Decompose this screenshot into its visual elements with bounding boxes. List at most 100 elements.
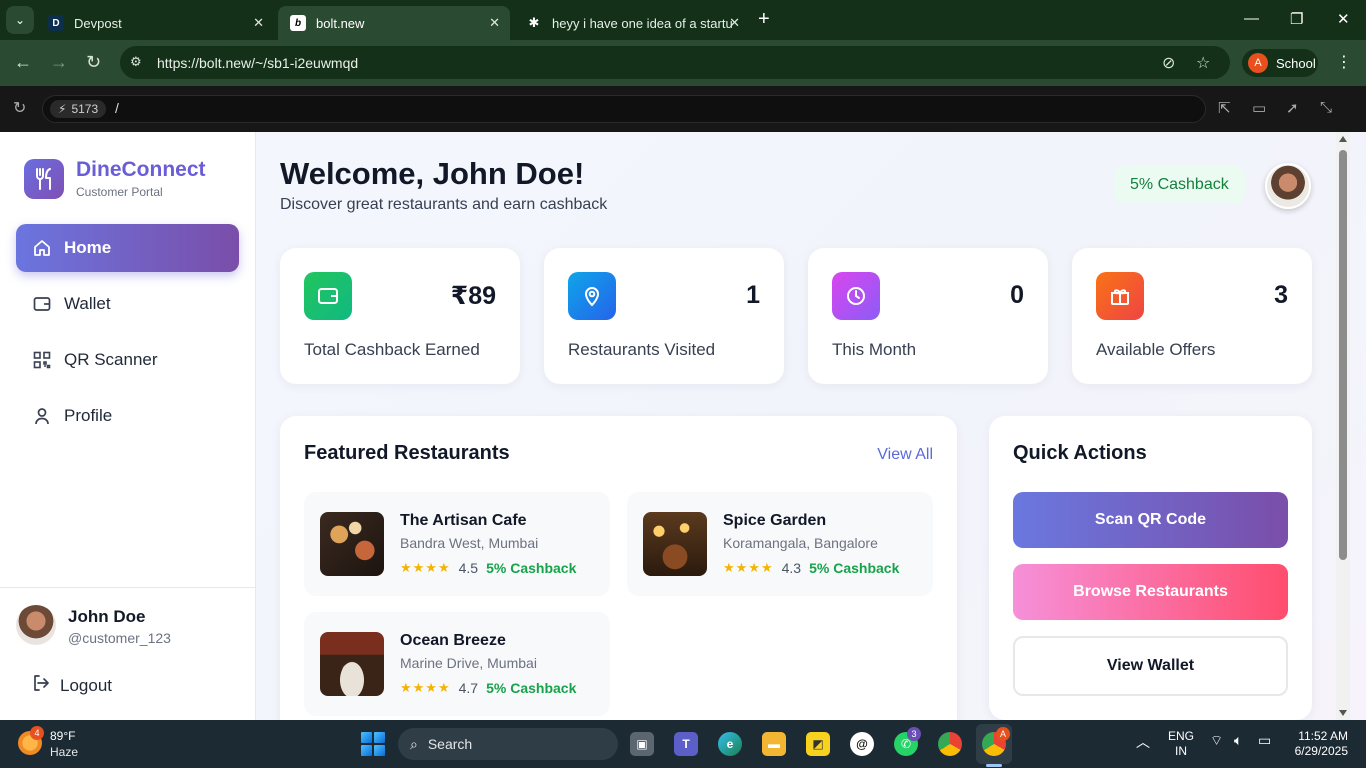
taskbar-search[interactable]: ⌕ Search (398, 728, 618, 760)
star-rating-icon: ★★★★ (400, 560, 451, 575)
search-label: Search (427, 736, 473, 752)
bookmark-star-icon[interactable]: ☆ (1196, 53, 1210, 73)
logout-button[interactable]: Logout (32, 674, 112, 697)
restaurant-location: Marine Drive, Mumbai (400, 655, 537, 671)
tab-label: bolt.new (316, 15, 365, 31)
site-info-icon[interactable]: ⚙ (130, 54, 142, 70)
new-tab-icon[interactable]: + (758, 9, 770, 29)
tab-devpost[interactable]: D Devpost ✕ (36, 6, 274, 40)
map-pin-icon (568, 272, 616, 320)
port-badge[interactable]: ⚡ 5173 (50, 100, 107, 118)
teams-icon[interactable]: T (674, 732, 698, 756)
collapse-icon[interactable]: ⤡ (1320, 99, 1332, 116)
section-title: Featured Restaurants (304, 442, 510, 464)
chrome-profile-badge: A (996, 727, 1010, 741)
url-omnibox[interactable]: ⚙ https://bolt.new/~/sb1-i2euwmqd ⊘ ☆ (120, 46, 1230, 79)
back-icon[interactable]: ← (14, 52, 32, 73)
battery-icon[interactable]: ▭ (1258, 732, 1271, 749)
restaurant-name: Ocean Breeze (400, 632, 506, 649)
home-icon (32, 238, 52, 258)
restaurant-card[interactable]: The Artisan Cafe Bandra West, Mumbai ★★★… (304, 492, 610, 596)
app-viewport: DineConnect Customer Portal Home Wallet … (0, 132, 1366, 736)
restaurant-rating: 4.7 (458, 680, 479, 696)
page-title: Welcome, John Doe! (280, 156, 585, 191)
cashback-badge: 5% Cashback (1114, 166, 1245, 204)
weather-temp[interactable]: 89°F (50, 729, 75, 743)
restore-icon[interactable]: ❐ (1290, 10, 1303, 28)
sidebar-item-home[interactable]: Home (16, 224, 239, 272)
close-icon[interactable]: ✕ (729, 15, 740, 31)
wifi-icon[interactable]: ⌔ (1210, 732, 1223, 750)
stat-card-offers: 3 Available Offers (1072, 248, 1312, 384)
file-explorer-icon[interactable]: ▬ (762, 732, 786, 756)
device-toggle-icon[interactable]: ▭ (1252, 99, 1266, 117)
scrollbar-thumb[interactable] (1339, 150, 1347, 560)
chat-favicon-icon: ✱ (528, 15, 540, 30)
restaurant-card[interactable]: Ocean Breeze Marine Drive, Mumbai ★★★★ 4… (304, 612, 610, 716)
region-code: IN (1175, 744, 1187, 758)
stat-value: 0 (1010, 281, 1024, 309)
inspect-pointer-icon[interactable]: ➚ (1286, 99, 1299, 117)
scan-qr-button[interactable]: Scan QR Code (1013, 492, 1288, 548)
page-subtitle: Discover great restaurants and earn cash… (280, 196, 608, 213)
devpost-favicon-icon: D (48, 15, 64, 31)
whatsapp-badge: 3 (907, 727, 921, 741)
wallet-icon (304, 272, 352, 320)
system-clock[interactable]: 11:52 AM 6/29/2025 (1290, 729, 1348, 759)
view-wallet-button[interactable]: View Wallet (1013, 636, 1288, 696)
close-icon[interactable]: ✕ (489, 15, 500, 31)
more-menu-icon[interactable]: ⋮ (1336, 52, 1352, 72)
weather-condition[interactable]: Haze (50, 745, 78, 759)
profile-label: School (1276, 55, 1316, 71)
scroll-up-icon[interactable] (1339, 136, 1347, 142)
sidebar-item-wallet[interactable]: Wallet (16, 280, 239, 328)
tray-chevron-up-icon[interactable]: ︿ (1136, 732, 1150, 752)
restaurant-thumbnail (320, 512, 384, 576)
star-rating-icon: ★★★★ (400, 680, 451, 695)
tab-search-button[interactable]: ⌄ (6, 6, 34, 34)
close-icon[interactable]: ✕ (253, 15, 264, 31)
volume-icon[interactable]: 🔈︎ (1234, 732, 1242, 749)
open-external-icon[interactable]: ⇱ (1218, 99, 1231, 117)
view-all-link[interactable]: View All (877, 446, 933, 464)
tab-chat[interactable]: ✱ heyy i have one idea of a startu ✕ (514, 6, 750, 40)
language-code: ENG (1168, 729, 1195, 743)
forward-icon[interactable]: → (50, 52, 68, 73)
minimize-icon[interactable]: — (1244, 10, 1259, 27)
sidebar-item-profile[interactable]: Profile (16, 392, 239, 440)
active-indicator (986, 764, 1002, 767)
chrome-icon[interactable] (938, 732, 962, 756)
restaurant-name: The Artisan Cafe (400, 512, 527, 529)
utensils-logo-icon (24, 159, 64, 199)
sidebar-item-qr-scanner[interactable]: QR Scanner (16, 336, 239, 384)
logout-icon (32, 674, 50, 697)
preview-reload-icon[interactable]: ↻ (13, 98, 26, 118)
task-view-icon[interactable]: ▣ (630, 732, 654, 756)
tab-label: heyy i have one idea of a startu (552, 15, 733, 31)
wallet-icon (32, 294, 52, 314)
browse-restaurants-button[interactable]: Browse Restaurants (1013, 564, 1288, 620)
threads-icon[interactable]: @ (850, 732, 874, 756)
preview-path[interactable]: / (115, 100, 119, 116)
main-content: Welcome, John Doe! Discover great restau… (280, 132, 1312, 736)
reload-icon[interactable]: ↻ (86, 52, 101, 73)
port-number: 5173 (71, 102, 99, 116)
window-close-icon[interactable]: ✕ (1337, 10, 1350, 28)
header-avatar[interactable] (1265, 163, 1311, 209)
sticky-notes-icon[interactable]: ◩ (806, 732, 830, 756)
language-indicator[interactable]: ENG IN (1168, 729, 1194, 759)
page-scrollbar[interactable] (1336, 132, 1350, 720)
preview-url-field[interactable]: ⚡ 5173 / (42, 95, 1206, 123)
tab-bolt[interactable]: b bolt.new ✕ (278, 6, 510, 40)
restaurant-rating: 4.3 (781, 560, 802, 576)
profile-button[interactable]: A School (1242, 49, 1318, 77)
restaurant-card[interactable]: Spice Garden Koramangala, Bangalore ★★★★… (627, 492, 933, 596)
eye-off-icon[interactable]: ⊘ (1162, 53, 1175, 73)
scroll-down-icon[interactable] (1339, 710, 1347, 716)
user-name: John Doe (68, 607, 146, 626)
url-text[interactable]: https://bolt.new/~/sb1-i2euwmqd (157, 55, 358, 71)
restaurant-meta: ★★★★ 4.3 5% Cashback (723, 560, 899, 576)
edge-icon[interactable]: e (718, 732, 742, 756)
windows-start-icon[interactable] (361, 732, 385, 756)
stat-card-month: 0 This Month (808, 248, 1048, 384)
